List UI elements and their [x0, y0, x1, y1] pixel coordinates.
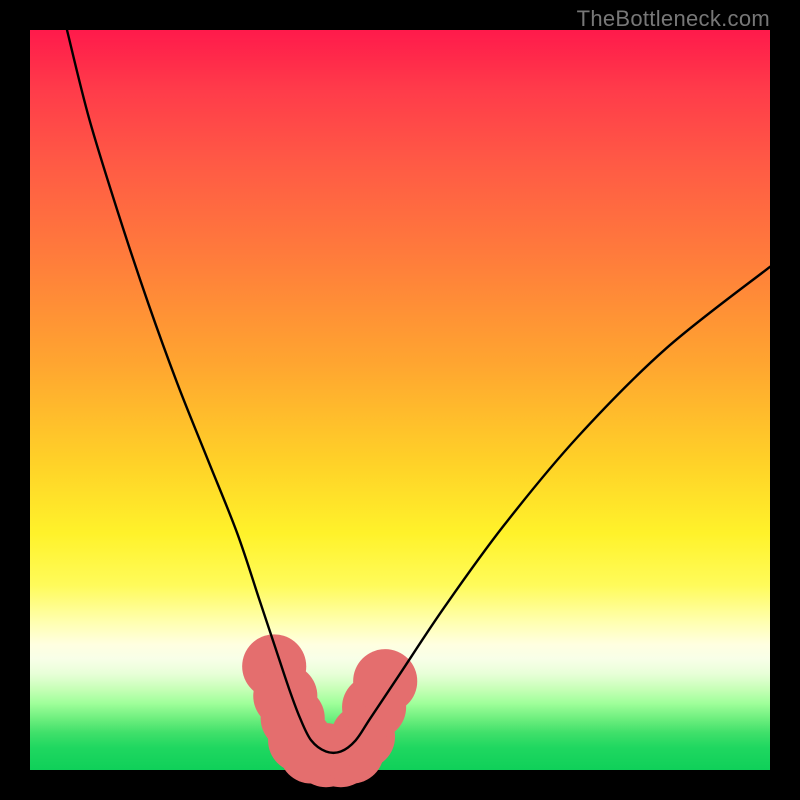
bead-layer — [242, 634, 417, 787]
watermark-text: TheBottleneck.com — [577, 6, 770, 32]
bead-marker — [353, 649, 417, 713]
bottleneck-curve-path — [67, 30, 770, 753]
chart-frame: TheBottleneck.com — [0, 0, 800, 800]
chart-svg — [30, 30, 770, 770]
